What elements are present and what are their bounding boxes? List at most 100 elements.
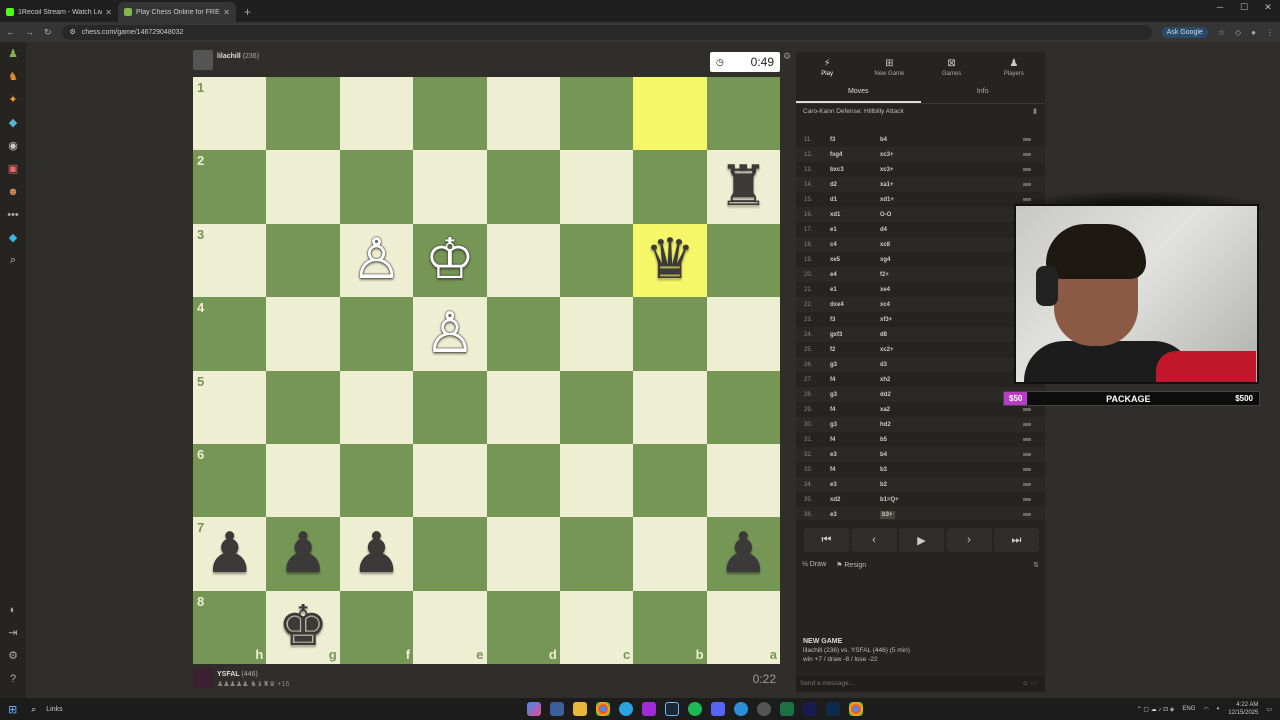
square-h8[interactable]: 8h (193, 590, 267, 664)
black-move[interactable]: xe4 (880, 287, 890, 293)
square-e1[interactable] (413, 77, 487, 151)
play-button[interactable]: ▶ (899, 528, 944, 552)
flip-board-icon[interactable]: ⇅ (1033, 561, 1039, 569)
white-move[interactable]: e3 (830, 482, 880, 488)
close-tab-icon[interactable]: ✕ (223, 8, 230, 17)
black-move[interactable]: d8 (880, 332, 887, 338)
square-h2[interactable]: 2 (193, 150, 267, 224)
spotify-icon[interactable] (688, 702, 702, 716)
white-move[interactable]: f4 (830, 467, 880, 473)
black-move[interactable]: d3 (880, 362, 887, 368)
square-f5[interactable] (339, 370, 414, 444)
square-d8[interactable]: d (486, 590, 560, 664)
prev-move-button[interactable]: ‹ (851, 528, 897, 552)
white-move[interactable]: f3 (830, 317, 880, 323)
black-move[interactable]: b5 (880, 437, 887, 443)
black-move[interactable]: xc3+ (880, 167, 894, 173)
square-b1[interactable] (633, 77, 707, 151)
square-g3[interactable] (266, 223, 340, 298)
square-g6[interactable] (266, 443, 340, 518)
help-icon[interactable]: ? (0, 667, 26, 690)
square-b4[interactable] (633, 297, 707, 371)
white-move[interactable]: g3 (830, 392, 880, 398)
chess-board[interactable]: 1 2 ♜ 3 ♙ ♔ ♛ 4 ♙ 5 6 7 ♟ ♟ ♟ ♟ 8 h g ♚ f e d c b a (193, 77, 780, 664)
extensions-icon[interactable]: ◇ (1235, 28, 1241, 37)
black-move[interactable]: b2 (880, 482, 887, 488)
white-move[interactable]: xd2 (830, 497, 880, 503)
next-move-button[interactable]: › (946, 528, 992, 552)
forward-icon[interactable]: → (25, 27, 34, 37)
white-move[interactable]: g3 (830, 362, 880, 368)
close-window-icon[interactable]: ✕ (1256, 2, 1280, 13)
square-a3[interactable] (706, 223, 780, 298)
white-move[interactable]: xd1 (830, 212, 880, 218)
white-move[interactable]: bxc3 (830, 167, 880, 173)
square-g1[interactable] (266, 77, 340, 151)
square-g2[interactable] (266, 150, 340, 224)
black-move[interactable]: xc2+ (880, 347, 894, 353)
photoshop-icon[interactable] (826, 702, 840, 716)
white-move[interactable]: e3 (830, 452, 880, 458)
widgets-icon[interactable] (550, 702, 564, 716)
white-move[interactable]: e1 (830, 227, 880, 233)
news-icon[interactable]: ▣ (0, 157, 26, 180)
menu-icon[interactable]: ⋮ (1266, 28, 1274, 37)
chat-input[interactable]: Send a message... ☺ ⋯ (796, 676, 1045, 692)
square-d6[interactable] (486, 443, 560, 518)
black-king-icon[interactable]: ♚ (278, 599, 328, 655)
square-b7[interactable] (633, 517, 707, 591)
square-f7[interactable]: ♟ (339, 517, 414, 591)
notifications-icon[interactable]: ▭ (1266, 706, 1272, 713)
black-rook-icon[interactable]: ♜ (718, 159, 768, 215)
subtab-moves[interactable]: Moves (796, 82, 921, 103)
black-move[interactable]: xc3+ (880, 152, 894, 158)
square-c7[interactable] (559, 517, 634, 591)
maximize-icon[interactable]: ☐ (1232, 2, 1256, 13)
square-f1[interactable] (339, 77, 414, 151)
black-move[interactable]: b1=Q+ (880, 497, 899, 503)
white-move[interactable]: d1 (830, 197, 880, 203)
resign-button[interactable]: ⚑ Resign (836, 561, 866, 569)
square-g5[interactable] (266, 370, 340, 444)
language-indicator[interactable]: ENG (1182, 706, 1195, 712)
square-c3[interactable] (559, 223, 634, 298)
last-move-button[interactable]: ⏭ (994, 528, 1039, 552)
square-a1[interactable] (706, 77, 780, 151)
square-c6[interactable] (559, 443, 634, 518)
square-b6[interactable] (633, 443, 707, 518)
square-a5[interactable] (706, 370, 780, 444)
ask-google-button[interactable]: Ask Google (1161, 26, 1208, 38)
square-a7[interactable]: ♟ (706, 517, 780, 591)
white-move[interactable]: fxg4 (830, 152, 880, 158)
file-explorer-icon[interactable] (573, 702, 587, 716)
square-b3[interactable]: ♛ (633, 223, 707, 298)
square-e6[interactable] (413, 443, 487, 518)
white-move[interactable]: f4 (830, 437, 880, 443)
telegram-icon[interactable] (619, 702, 633, 716)
avatar[interactable] (193, 668, 213, 688)
white-move[interactable]: dxe4 (830, 302, 880, 308)
black-move[interactable]: dd2 (880, 392, 891, 398)
settings-icon[interactable]: ⚙ (0, 644, 26, 667)
links-toolbar[interactable]: Links (46, 706, 62, 713)
avatar[interactable] (193, 50, 213, 70)
square-g4[interactable] (266, 297, 340, 371)
white-move[interactable]: c4 (830, 242, 880, 248)
square-f8[interactable]: f (339, 590, 414, 664)
square-h1[interactable]: 1 (193, 77, 267, 151)
browser-tab-kick[interactable]: 1Recoil Stream - Watch Live on ✕ (0, 2, 118, 22)
chesscom-logo-icon[interactable]: ♟ (0, 42, 26, 65)
square-c2[interactable] (559, 150, 634, 224)
tray-icons[interactable]: ⌃ ▢ ☁ ♪ ⊡ ◈ (1137, 706, 1175, 713)
square-b8[interactable]: b (633, 590, 707, 664)
square-c8[interactable]: c (559, 590, 634, 664)
square-c4[interactable] (559, 297, 634, 371)
square-a4[interactable] (706, 297, 780, 371)
square-f3[interactable]: ♙ (339, 223, 414, 298)
black-move[interactable]: xg4 (880, 257, 890, 263)
white-move[interactable]: f4 (830, 407, 880, 413)
white-move[interactable]: e4 (830, 272, 880, 278)
black-move[interactable]: xc4 (880, 302, 890, 308)
subtab-info[interactable]: Info (921, 82, 1046, 103)
white-pawn-icon[interactable]: ♙ (425, 305, 475, 362)
